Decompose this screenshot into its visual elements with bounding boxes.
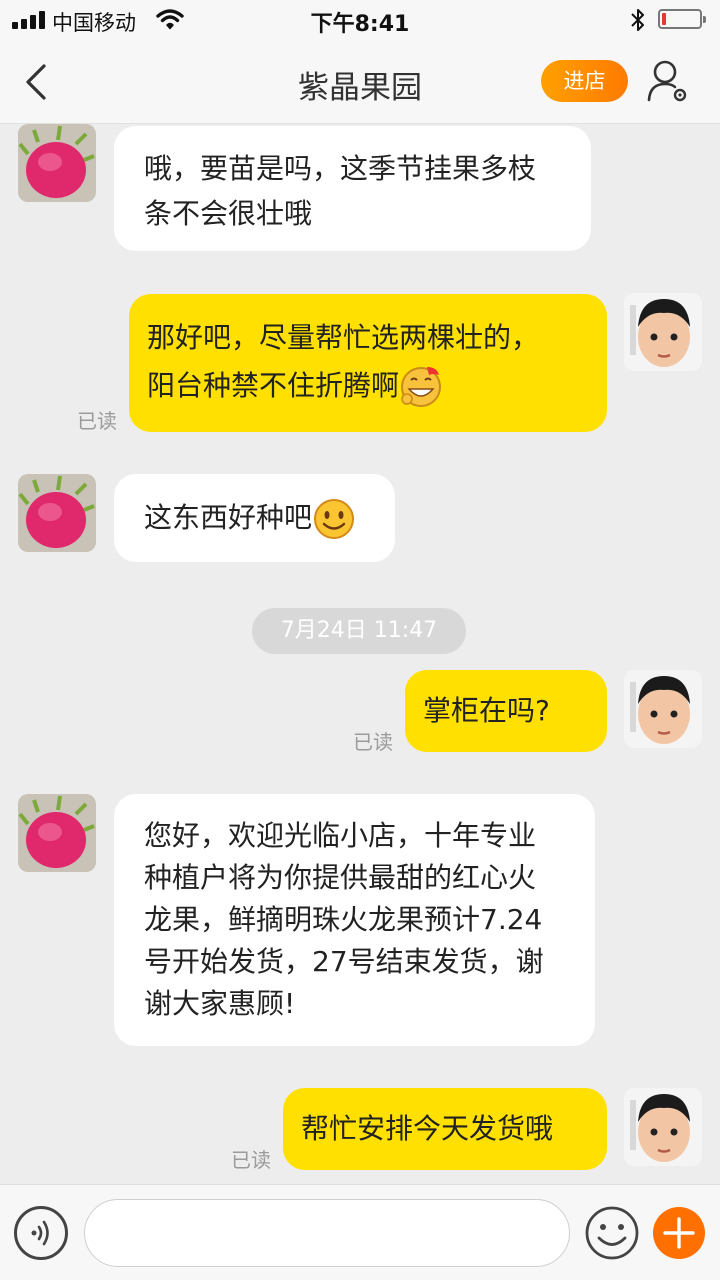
battery-icon — [658, 9, 706, 29]
input-bar — [0, 1184, 720, 1280]
emoji-picker-icon[interactable] — [584, 1205, 640, 1261]
bluetooth-icon — [631, 9, 644, 31]
message-text: 阳台种禁不住折腾啊 — [147, 369, 400, 402]
enter-shop-button[interactable]: 进店 — [541, 60, 628, 102]
message-text: 号开始发货，27号结束发货，谢 — [144, 945, 544, 978]
user-avatar[interactable] — [624, 670, 702, 748]
plus-icon — [663, 1217, 695, 1249]
user-avatar[interactable] — [624, 1088, 702, 1166]
message-text: 龙果，鲜摘明珠火龙果预计7.24 — [144, 903, 543, 936]
message-text: 哦，要苗是吗，这季节挂果多枝 — [144, 152, 537, 185]
status-bar: 中国移动 下午8:41 — [0, 0, 720, 40]
message-bubble-incoming[interactable]: 您好，欢迎光临小店，十年专业 种植户将为你提供最甜的红心火 龙果，鲜摘明珠火龙果… — [114, 794, 595, 1046]
user-settings-icon[interactable] — [646, 58, 690, 104]
read-receipt: 已读 — [353, 730, 393, 754]
message-bubble-outgoing[interactable]: 那好吧，尽量帮忙选两棵壮的， 阳台种禁不住折腾啊 — [129, 294, 607, 432]
message-text: 谢大家惠顾! — [144, 987, 296, 1020]
more-actions-button[interactable] — [653, 1207, 705, 1259]
shop-avatar[interactable] — [18, 474, 96, 552]
chat-header: 紫晶果园 进店 — [0, 40, 720, 124]
message-text: 您好，欢迎光临小店，十年专业 — [144, 819, 537, 852]
message-text: 种植户将为你提供最甜的红心火 — [144, 861, 537, 894]
voice-input-button[interactable] — [14, 1206, 68, 1260]
message-bubble-outgoing[interactable]: 掌柜在吗? — [405, 670, 607, 752]
message-text: 这东西好种吧 — [144, 501, 313, 534]
message-input[interactable] — [84, 1199, 570, 1267]
message-text: 掌柜在吗? — [423, 694, 550, 727]
message-bubble-outgoing[interactable]: 帮忙安排今天发货哦 — [283, 1088, 607, 1170]
user-avatar[interactable] — [624, 293, 702, 371]
grinning-face-emoji — [401, 367, 442, 407]
message-text: 条不会很壮哦 — [144, 197, 313, 230]
shop-avatar[interactable] — [18, 794, 96, 872]
battery-level — [662, 13, 666, 25]
message-bubble-incoming[interactable]: 这东西好种吧 — [114, 474, 395, 562]
shop-avatar[interactable] — [18, 124, 96, 202]
read-receipt: 已读 — [231, 1148, 271, 1172]
voice-icon — [31, 1220, 49, 1246]
message-text: 帮忙安排今天发货哦 — [301, 1112, 554, 1145]
timestamp-divider: 7月24日 11:47 — [252, 608, 466, 654]
smile-emoji — [314, 499, 355, 539]
message-text: 那好吧，尽量帮忙选两棵壮的， — [147, 321, 540, 354]
message-bubble-incoming[interactable]: 哦，要苗是吗，这季节挂果多枝 条不会很壮哦 — [114, 126, 591, 251]
read-receipt: 已读 — [77, 409, 117, 433]
status-time: 下午8:41 — [310, 12, 410, 37]
